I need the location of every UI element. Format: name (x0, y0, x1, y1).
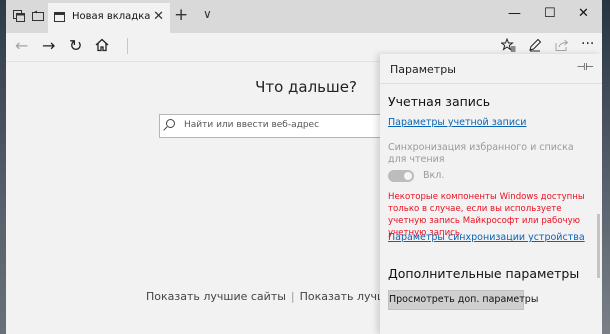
pin-pane-icon[interactable]: ⊣⊢ (577, 62, 594, 73)
show-sites-divider: | (290, 290, 295, 303)
search-placeholder: Найти или ввести веб-адрес (184, 120, 320, 130)
forward-arrow-icon[interactable]: → (42, 36, 55, 56)
tab-list-chevron-icon[interactable]: ∨ (203, 7, 212, 21)
pane-divider (380, 83, 602, 84)
tab-new-tab[interactable]: Новая вкладка ✕ (48, 3, 170, 33)
sync-toggle[interactable] (388, 170, 414, 182)
sync-toggle-label: Вкл. (423, 170, 445, 181)
new-tab-page: Что дальше? Найти или ввести веб-адрес П… (6, 62, 449, 334)
device-sync-settings-link[interactable]: Параметры синхронизации устройства (388, 232, 585, 243)
close-window-button[interactable]: ✕ (578, 6, 589, 21)
tab-favicon-icon (54, 12, 65, 22)
more-actions-icon[interactable]: ··· (581, 34, 594, 54)
settings-pane: Параметры ⊣⊢ Учетная запись Параметры уч… (380, 54, 602, 334)
advanced-heading: Дополнительные параметры (388, 266, 580, 281)
refresh-icon[interactable]: ↻ (69, 36, 82, 56)
new-tab-plus-icon[interactable]: + (174, 5, 188, 25)
desktop-background-right (602, 0, 610, 334)
pane-scrollbar[interactable] (597, 214, 600, 278)
back-arrow-icon[interactable]: ← (15, 36, 28, 56)
close-tab-icon[interactable]: ✕ (153, 9, 164, 24)
browser-window: Новая вкладка ✕ + ∨ — ☐ ✕ ← → ↻ ··· Что … (6, 0, 602, 334)
account-settings-link[interactable]: Параметры учетной записи (388, 117, 526, 128)
tab-title: Новая вкладка (72, 11, 151, 22)
minimize-button[interactable]: — (508, 6, 521, 21)
show-top-sites-link[interactable]: Показать лучшие сайты (146, 290, 286, 303)
navbar-divider (127, 38, 128, 54)
tab-manager-icon[interactable] (11, 8, 27, 24)
account-heading: Учетная запись (388, 94, 491, 109)
settings-title: Параметры (390, 63, 456, 76)
view-advanced-settings-button[interactable]: Просмотреть доп. параметры (388, 290, 538, 310)
maximize-button[interactable]: ☐ (544, 6, 556, 21)
search-icon (166, 119, 175, 128)
tab-preview-icon[interactable] (30, 8, 46, 24)
sync-description: Синхронизация избранного и списка для чт… (388, 142, 574, 165)
home-icon[interactable] (95, 37, 109, 57)
tab-bar: Новая вкладка ✕ + ∨ — ☐ ✕ (6, 0, 602, 33)
